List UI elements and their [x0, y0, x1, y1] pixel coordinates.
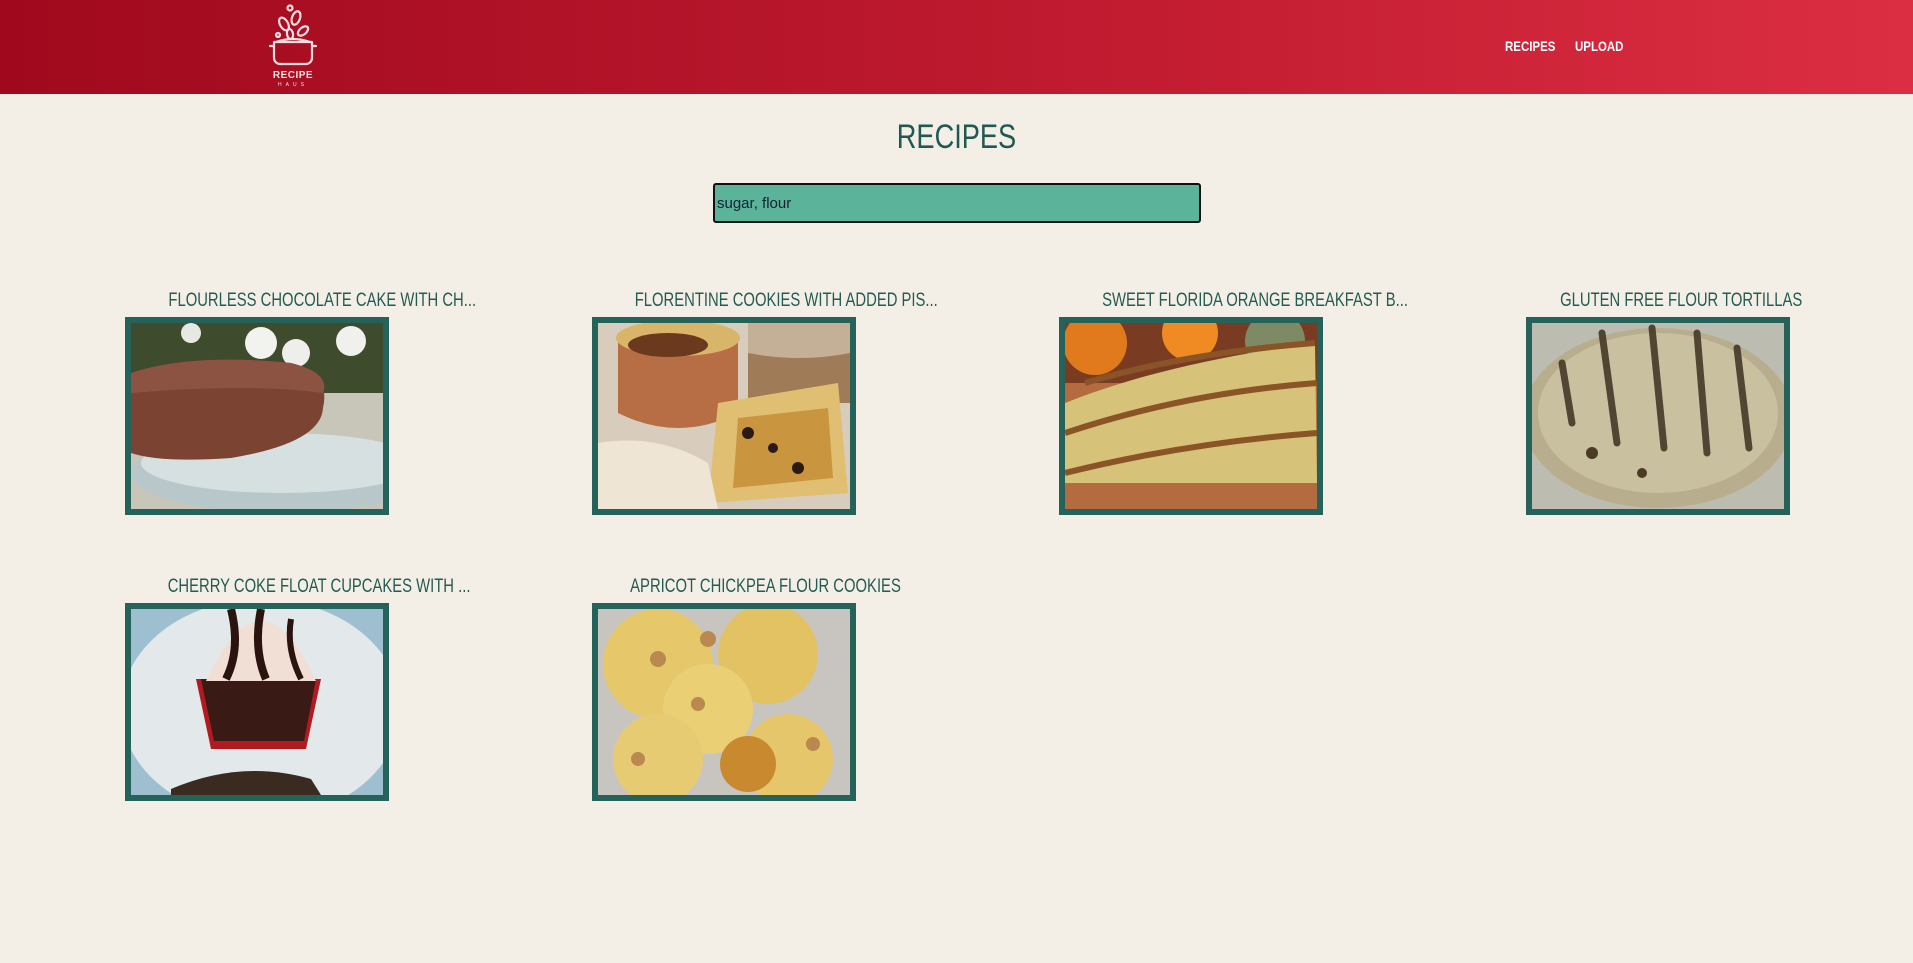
recipe-image-chocolate-cake — [131, 323, 383, 509]
recipe-image-orange-bread — [1065, 323, 1317, 509]
site-header: RECIPE HAUS RECIPES UPLOAD — [0, 0, 1913, 94]
recipe-image-frame[interactable] — [1059, 317, 1323, 515]
recipe-haus-logo[interactable]: RECIPE HAUS — [266, 2, 320, 90]
recipe-title[interactable]: FLOURLESS CHOCOLATE CAKE WITH CH... — [125, 290, 476, 312]
recipe-image-cherry-coke-cupcake — [131, 609, 383, 795]
recipe-image-frame[interactable] — [592, 317, 856, 515]
recipe-image-frame[interactable] — [125, 603, 389, 801]
recipe-image-tortillas — [1532, 323, 1784, 509]
recipe-image-florentine-cookies — [598, 323, 850, 509]
recipe-image-apricot-cookies — [598, 609, 850, 795]
nav-upload-link[interactable]: UPLOAD — [1575, 38, 1623, 54]
logo-subtext: HAUS — [278, 82, 308, 88]
pot-with-leaves-icon — [268, 4, 318, 66]
page-title: RECIPES — [896, 118, 1017, 156]
recipe-image-frame[interactable] — [592, 603, 856, 801]
recipe-title[interactable]: CHERRY COKE FLOAT CUPCAKES WITH ... — [125, 576, 471, 598]
recipe-title[interactable]: SWEET FLORIDA ORANGE BREAKFAST B... — [1059, 290, 1408, 312]
recipe-image-frame[interactable] — [1526, 317, 1790, 515]
ingredient-search-input[interactable] — [713, 183, 1201, 223]
recipe-title[interactable]: GLUTEN FREE FLOUR TORTILLAS — [1526, 290, 1802, 312]
logo-text: RECIPE — [272, 70, 314, 81]
recipe-title[interactable]: FLORENTINE COOKIES WITH ADDED PIS... — [592, 290, 938, 312]
recipe-image-frame[interactable] — [125, 317, 389, 515]
recipe-title[interactable]: APRICOT CHICKPEA FLOUR COOKIES — [592, 576, 901, 598]
nav-recipes-link[interactable]: RECIPES — [1505, 38, 1555, 54]
